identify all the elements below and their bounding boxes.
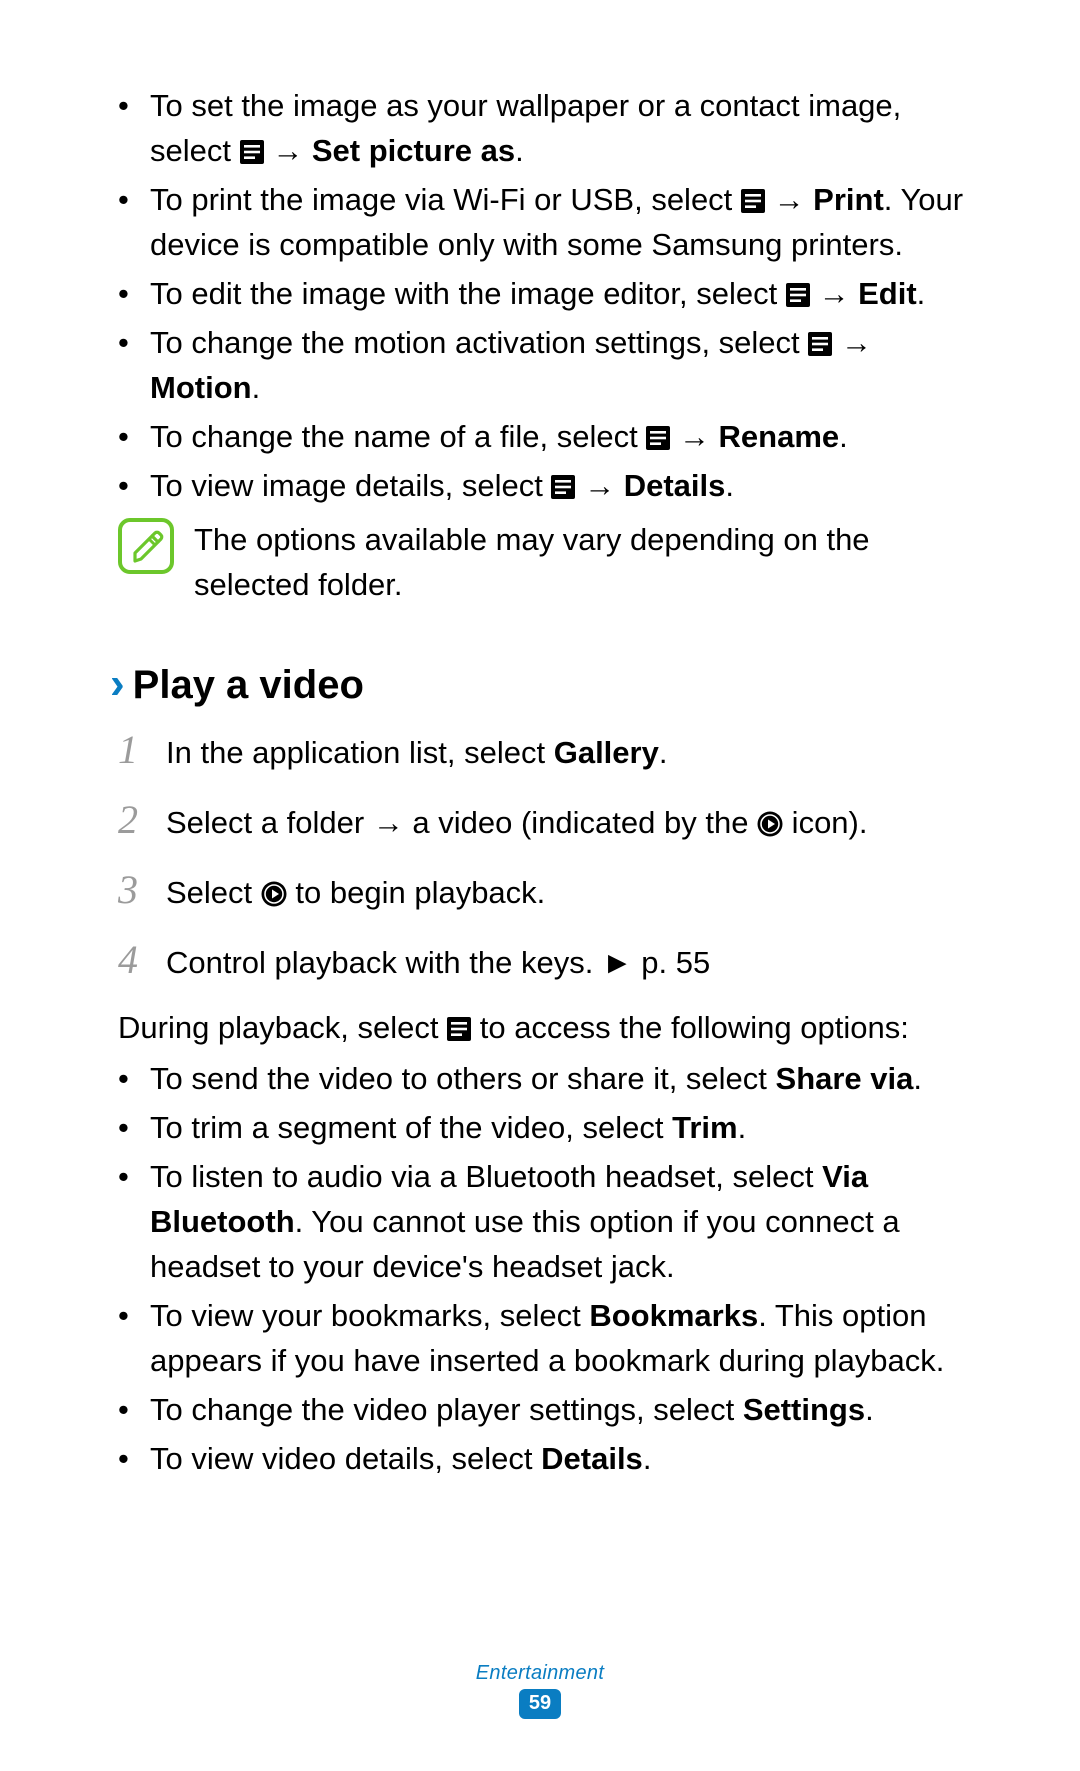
- page: To set the image as your wallpaper or a …: [0, 0, 1080, 1771]
- bold-text: Print: [813, 182, 884, 217]
- step: 1 In the application list, select Galler…: [110, 718, 970, 782]
- arrow: →: [670, 419, 718, 454]
- menu-icon: [808, 332, 832, 356]
- step-number: 3: [118, 858, 148, 922]
- page-number-badge: 59: [519, 1689, 561, 1719]
- text: To view your bookmarks, select: [150, 1298, 589, 1333]
- text: to access the following options:: [471, 1010, 909, 1045]
- text: To view image details, select: [150, 468, 551, 503]
- step: 2 Select a folder → a video (indicated b…: [110, 788, 970, 852]
- chevron-icon: ›: [110, 662, 125, 706]
- step-text: In the application list, select Gallery.: [166, 728, 970, 778]
- menu-icon: [741, 189, 765, 213]
- text: .: [865, 1392, 874, 1427]
- bold-text: Rename: [719, 419, 840, 454]
- text: .: [515, 133, 524, 168]
- text: To change the video player settings, sel…: [150, 1392, 743, 1427]
- step-text: Select to begin playback.: [166, 868, 970, 918]
- bold-text: Edit: [858, 276, 917, 311]
- arrow: →: [264, 133, 312, 168]
- arrow: →: [832, 325, 872, 360]
- text: Select a folder → a video (indicated by …: [166, 805, 757, 840]
- text: To change the name of a file, select: [150, 419, 646, 454]
- bullet-item: To listen to audio via a Bluetooth heads…: [118, 1155, 970, 1290]
- text: .: [252, 370, 261, 405]
- text: To send the video to others or share it,…: [150, 1061, 776, 1096]
- footer: Entertainment 59: [0, 1662, 1080, 1719]
- section-heading: › Play a video: [110, 662, 970, 708]
- bullet-item: To view image details, select → Details.: [118, 464, 970, 509]
- bullet-item: To edit the image with the image editor,…: [118, 272, 970, 317]
- bullet-item: To change the name of a file, select → R…: [118, 415, 970, 460]
- bold-text: Settings: [743, 1392, 865, 1427]
- play-icon: [757, 811, 783, 837]
- bold-text: Share via: [776, 1061, 914, 1096]
- text: .: [913, 1061, 922, 1096]
- step-number: 2: [118, 788, 148, 852]
- arrow: →: [765, 182, 813, 217]
- step-text: Select a folder → a video (indicated by …: [166, 798, 970, 848]
- menu-icon: [786, 283, 810, 307]
- bullet-item: To set the image as your wallpaper or a …: [118, 84, 970, 174]
- text: To view video details, select: [150, 1441, 541, 1476]
- bullet-item: To change the motion activation settings…: [118, 321, 970, 411]
- bullet-list-bottom: To send the video to others or share it,…: [118, 1057, 970, 1481]
- note-pencil-icon: [118, 518, 174, 574]
- text: To trim a segment of the video, select: [150, 1110, 672, 1145]
- bold-text: Details: [541, 1441, 643, 1476]
- play-icon: [261, 881, 287, 907]
- triangle-icon: ►: [602, 945, 633, 980]
- bullet-list-top: To set the image as your wallpaper or a …: [118, 84, 970, 508]
- text: To print the image via Wi-Fi or USB, sel…: [150, 182, 741, 217]
- text: To change the motion activation settings…: [150, 325, 808, 360]
- bullet-item: To view video details, select Details.: [118, 1437, 970, 1482]
- menu-icon: [551, 475, 575, 499]
- text: icon).: [783, 805, 867, 840]
- menu-icon: [240, 140, 264, 164]
- step: 4 Control playback with the keys. ► p. 5…: [110, 928, 970, 992]
- text: .: [738, 1110, 747, 1145]
- text: .: [659, 735, 668, 770]
- step-text: Control playback with the keys. ► p. 55: [166, 938, 970, 988]
- text: .: [643, 1441, 652, 1476]
- menu-icon: [447, 1017, 471, 1041]
- bold-text: Details: [624, 468, 726, 503]
- note-text: The options available may vary depending…: [194, 518, 970, 608]
- bullet-item: To view your bookmarks, select Bookmarks…: [118, 1294, 970, 1384]
- text: .: [725, 468, 734, 503]
- note: The options available may vary depending…: [118, 518, 970, 608]
- step-number: 4: [118, 928, 148, 992]
- bullet-item: To send the video to others or share it,…: [118, 1057, 970, 1102]
- arrow: →: [575, 468, 623, 503]
- footer-section-label: Entertainment: [0, 1662, 1080, 1685]
- step-number: 1: [118, 718, 148, 782]
- text: In the application list, select: [166, 735, 554, 770]
- text: .: [839, 419, 848, 454]
- menu-icon: [646, 426, 670, 450]
- paragraph: During playback, select to access the fo…: [118, 1006, 970, 1051]
- bold-text: Trim: [672, 1110, 737, 1145]
- text: Control playback with the keys.: [166, 945, 602, 980]
- text: To edit the image with the image editor,…: [150, 276, 786, 311]
- bullet-item: To print the image via Wi-Fi or USB, sel…: [118, 178, 970, 268]
- bold-text: Motion: [150, 370, 252, 405]
- bold-text: Gallery: [554, 735, 659, 770]
- text: During playback, select: [118, 1010, 447, 1045]
- bullet-item: To change the video player settings, sel…: [118, 1388, 970, 1433]
- text: to begin playback.: [287, 875, 546, 910]
- bullet-item: To trim a segment of the video, select T…: [118, 1106, 970, 1151]
- steps-list: 1 In the application list, select Galler…: [110, 718, 970, 992]
- step: 3 Select to begin playback.: [110, 858, 970, 922]
- text: p. 55: [633, 945, 711, 980]
- arrow: →: [810, 276, 858, 311]
- text: .: [917, 276, 926, 311]
- heading-text: Play a video: [133, 663, 364, 708]
- bold-text: Bookmarks: [589, 1298, 758, 1333]
- text: Select: [166, 875, 261, 910]
- bold-text: Set picture as: [312, 133, 515, 168]
- text: To listen to audio via a Bluetooth heads…: [150, 1159, 822, 1194]
